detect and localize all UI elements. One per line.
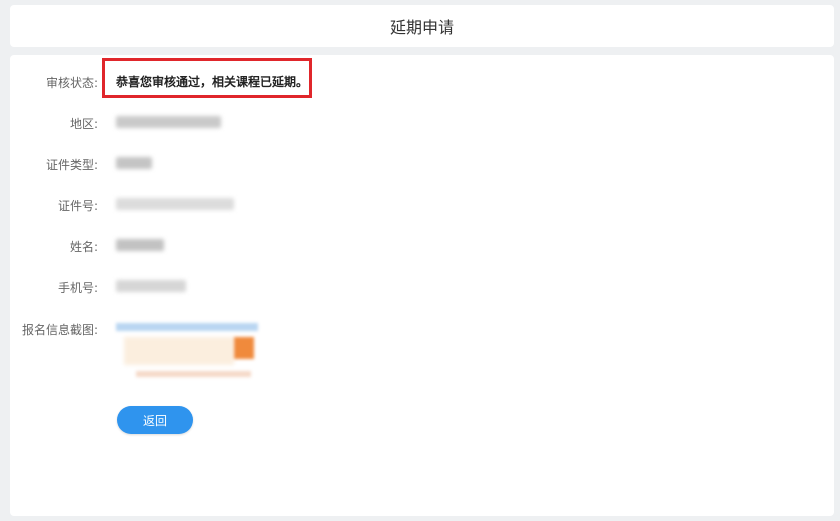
thumb-bottom-line — [136, 371, 251, 377]
thumb-content-block — [124, 337, 234, 365]
name-value-redacted — [116, 239, 164, 251]
region-value-redacted — [116, 116, 221, 128]
page-title: 延期申请 — [389, 18, 454, 37]
region-label: 地区: — [69, 117, 98, 131]
id-number-label: 证件号: — [57, 199, 98, 213]
back-button-label: 返回 — [142, 413, 167, 428]
name-label: 姓名: — [69, 240, 98, 254]
registration-screenshot-image[interactable] — [116, 323, 258, 381]
status-label: 审核状态: — [45, 76, 98, 90]
screenshot-label: 报名信息截图: — [21, 323, 98, 337]
phone-label: 手机号: — [57, 281, 98, 295]
phone-value-redacted — [116, 280, 186, 292]
id-type-value-redacted — [116, 157, 152, 169]
thumb-top-bar — [116, 323, 258, 331]
id-number-value-redacted — [116, 198, 234, 210]
id-type-label: 证件类型: — [45, 158, 98, 172]
page-header: 延期申请 — [10, 5, 834, 47]
thumb-accent-block — [234, 337, 254, 359]
back-button[interactable]: 返回 — [117, 406, 193, 434]
status-value: 恭喜您审核通过，相关课程已延期。 — [116, 75, 309, 89]
application-detail-panel: 审核状态: 恭喜您审核通过，相关课程已延期。 地区: 证件类型: 证件号: 姓名… — [10, 55, 834, 516]
